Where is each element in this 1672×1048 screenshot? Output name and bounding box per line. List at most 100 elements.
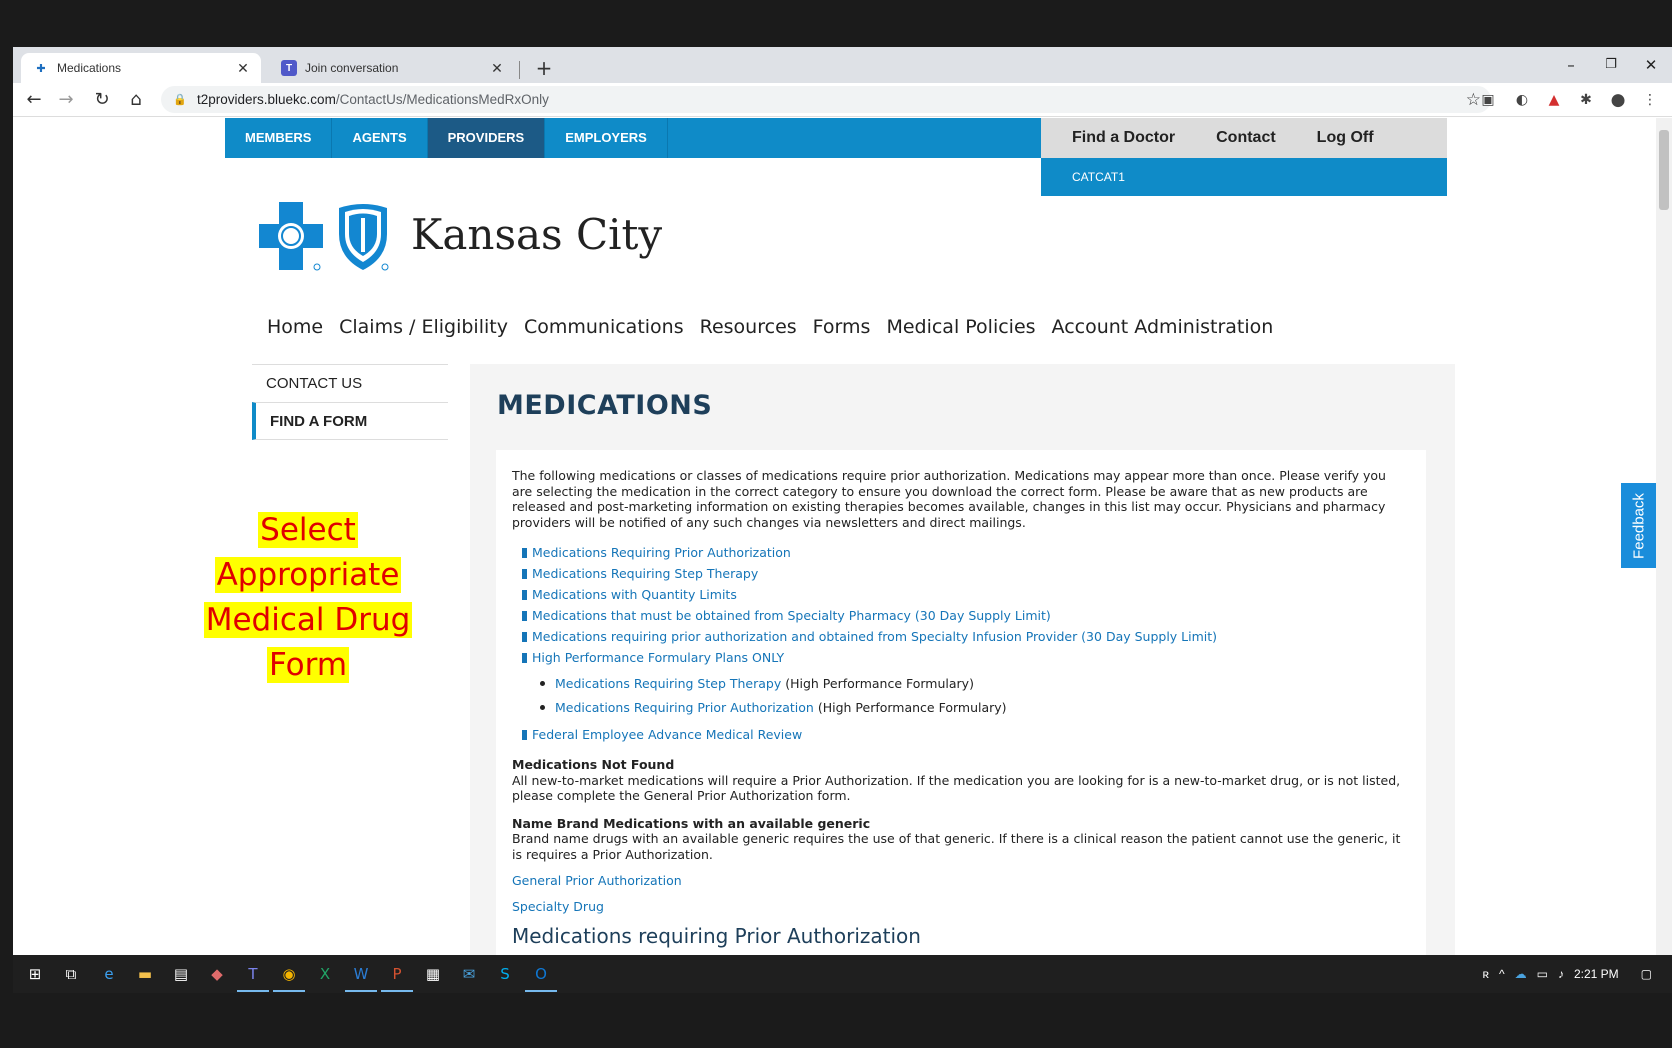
restore-button[interactable]: ❐ [1591, 51, 1631, 79]
bullet-icon [522, 548, 527, 558]
tab-medications[interactable]: ✚ Medications ✕ [21, 53, 261, 83]
list-item: Medications Requiring Prior Authorizatio… [540, 696, 1410, 720]
blue-shield-icon [339, 204, 389, 271]
bcbs-logo[interactable]: Kansas City [257, 200, 707, 280]
home-button[interactable]: ⌂ [123, 87, 149, 113]
file-explorer-icon[interactable]: ▬ [133, 962, 157, 986]
nav-forms[interactable]: Forms [813, 316, 871, 338]
nav-resources[interactable]: Resources [700, 316, 797, 338]
task-view-icon[interactable]: ⧉ [59, 962, 83, 986]
profile-icon[interactable]: ● [1607, 89, 1629, 111]
list-item[interactable]: Medications with Quantity Limits [522, 584, 1410, 605]
list-item: Medications Requiring Step Therapy (High… [540, 672, 1410, 696]
sublink[interactable]: Medications Requiring Step Therapy [555, 676, 781, 691]
nav-members[interactable]: MEMBERS [225, 118, 333, 158]
bullet-icon [522, 653, 527, 663]
nav-employers[interactable]: EMPLOYERS [545, 118, 668, 158]
close-window-button[interactable]: ✕ [1631, 51, 1671, 79]
intro-text: The following medications or classes of … [512, 468, 1386, 530]
web-page: MEMBERS AGENTS PROVIDERS EMPLOYERS Find … [13, 118, 1672, 955]
bullet-icon [540, 705, 545, 710]
specialty-drug-link[interactable]: Specialty Drug [512, 899, 1410, 914]
windows-start-icon[interactable]: ⊞ [23, 962, 47, 986]
minimize-button[interactable]: – [1551, 51, 1591, 79]
chevron-up-icon[interactable]: ^ [1499, 967, 1505, 981]
federal-link-list: Federal Employee Advance Medical Review [512, 724, 1410, 745]
list-item[interactable]: Medications requiring prior authorizatio… [522, 626, 1410, 647]
sidenav-contact-us[interactable]: CONTACT US [252, 364, 448, 402]
username-bar[interactable]: CATCAT1 [1041, 158, 1447, 196]
system-tray: ʀ ^ ☁ ▭ ♪ 2:21 PM ▢ [1472, 955, 1652, 993]
calculator-icon[interactable]: ▦ [421, 962, 445, 986]
nav-medical-policies[interactable]: Medical Policies [886, 316, 1035, 338]
list-item[interactable]: Medications Requiring Prior Authorizatio… [522, 542, 1410, 563]
contact-link[interactable]: Contact [1216, 129, 1276, 147]
sidenav-find-a-form[interactable]: FIND A FORM [252, 402, 448, 440]
outlook-icon[interactable]: O [525, 962, 557, 992]
teams-taskbar-icon[interactable]: T [237, 962, 269, 992]
main-content: MEDICATIONS The following medications or… [470, 364, 1455, 955]
tab-title: Join conversation [305, 61, 399, 75]
word-icon[interactable]: W [345, 962, 377, 992]
medications-card: The following medications or classes of … [496, 450, 1426, 955]
scrollbar[interactable] [1656, 118, 1672, 955]
find-a-doctor-link[interactable]: Find a Doctor [1072, 129, 1175, 147]
logo-wordmark: Kansas City [411, 210, 663, 259]
close-icon[interactable]: ✕ [233, 60, 253, 77]
app-icon[interactable]: ◆ [205, 962, 229, 986]
menu-icon[interactable]: ⋮ [1639, 89, 1661, 111]
nav-home[interactable]: Home [267, 316, 323, 338]
bluekc-icon: ✚ [36, 62, 46, 75]
nav-account-administration[interactable]: Account Administration [1052, 316, 1274, 338]
nav-providers[interactable]: PROVIDERS [427, 118, 546, 158]
people-icon[interactable]: ʀ [1482, 967, 1489, 981]
powerpoint-icon[interactable]: P [381, 962, 413, 992]
list-item[interactable]: Medications that must be obtained from S… [522, 605, 1410, 626]
user-panel: Find a Doctor Contact Log Off [1041, 118, 1447, 158]
edge-icon[interactable]: e [97, 962, 121, 986]
close-icon[interactable]: ✕ [487, 60, 507, 77]
reload-button[interactable]: ↻ [89, 87, 115, 113]
scrollbar-thumb[interactable] [1659, 130, 1669, 210]
extension-icon[interactable]: ◐ [1511, 89, 1533, 111]
nav-communications[interactable]: Communications [524, 316, 684, 338]
hpf-sublist: Medications Requiring Step Therapy (High… [512, 672, 1410, 720]
onedrive-icon[interactable]: ☁ [1515, 967, 1527, 981]
tab-join-conversation[interactable]: T Join conversation ✕ [269, 53, 515, 83]
section-heading: Medications requiring Prior Authorizatio… [512, 924, 921, 948]
forward-button[interactable]: → [53, 87, 79, 113]
mail-icon[interactable]: ✉ [457, 962, 481, 986]
nav-claims-eligibility[interactable]: Claims / Eligibility [339, 316, 508, 338]
tab-title: Medications [57, 61, 122, 75]
address-bar[interactable]: 🔒 t2providers.bluekc.com/ContactUs/Medic… [161, 86, 1491, 113]
notification-icon[interactable]: ▢ [1641, 967, 1652, 981]
side-nav: CONTACT US FIND A FORM [252, 364, 448, 440]
list-item[interactable]: High Performance Formulary Plans ONLY [522, 647, 1410, 668]
url-text: t2providers.bluekc.com/ContactUs/Medicat… [197, 92, 549, 107]
list-item[interactable]: Federal Employee Advance Medical Review [522, 724, 1410, 745]
sublink[interactable]: Medications Requiring Prior Authorizatio… [555, 700, 814, 715]
log-off-link[interactable]: Log Off [1317, 129, 1374, 147]
volume-icon[interactable]: ♪ [1558, 967, 1564, 981]
skype-icon[interactable]: S [493, 962, 517, 986]
chrome-taskbar-icon[interactable]: ◉ [273, 962, 305, 992]
feedback-tab[interactable]: Feedback [1621, 483, 1657, 568]
general-prior-authorization-link[interactable]: General Prior Authorization [512, 873, 1410, 888]
nav-agents[interactable]: AGENTS [332, 118, 428, 158]
pdf-extension-icon[interactable]: ▲ [1543, 89, 1565, 111]
new-tab-button[interactable]: + [531, 55, 557, 81]
list-item[interactable]: Medications Requiring Step Therapy [522, 563, 1410, 584]
bullet-icon [522, 632, 527, 642]
network-icon[interactable]: ▭ [1537, 967, 1548, 981]
tab-strip: ✚ Medications ✕ T Join conversation ✕ + … [13, 47, 1672, 83]
lock-icon: 🔒 [173, 93, 187, 106]
puzzle-icon[interactable]: ✱ [1575, 89, 1597, 111]
back-button[interactable]: ← [21, 87, 47, 113]
bullet-icon [522, 590, 527, 600]
store-icon[interactable]: ▤ [169, 962, 193, 986]
extension-icon[interactable]: ▣ [1477, 89, 1499, 111]
brand-section: Name Brand Medications with an available… [512, 815, 1401, 862]
clock[interactable]: 2:21 PM [1574, 967, 1619, 981]
excel-icon[interactable]: X [313, 962, 337, 986]
main-nav: Home Claims / Eligibility Communications… [267, 316, 1289, 338]
